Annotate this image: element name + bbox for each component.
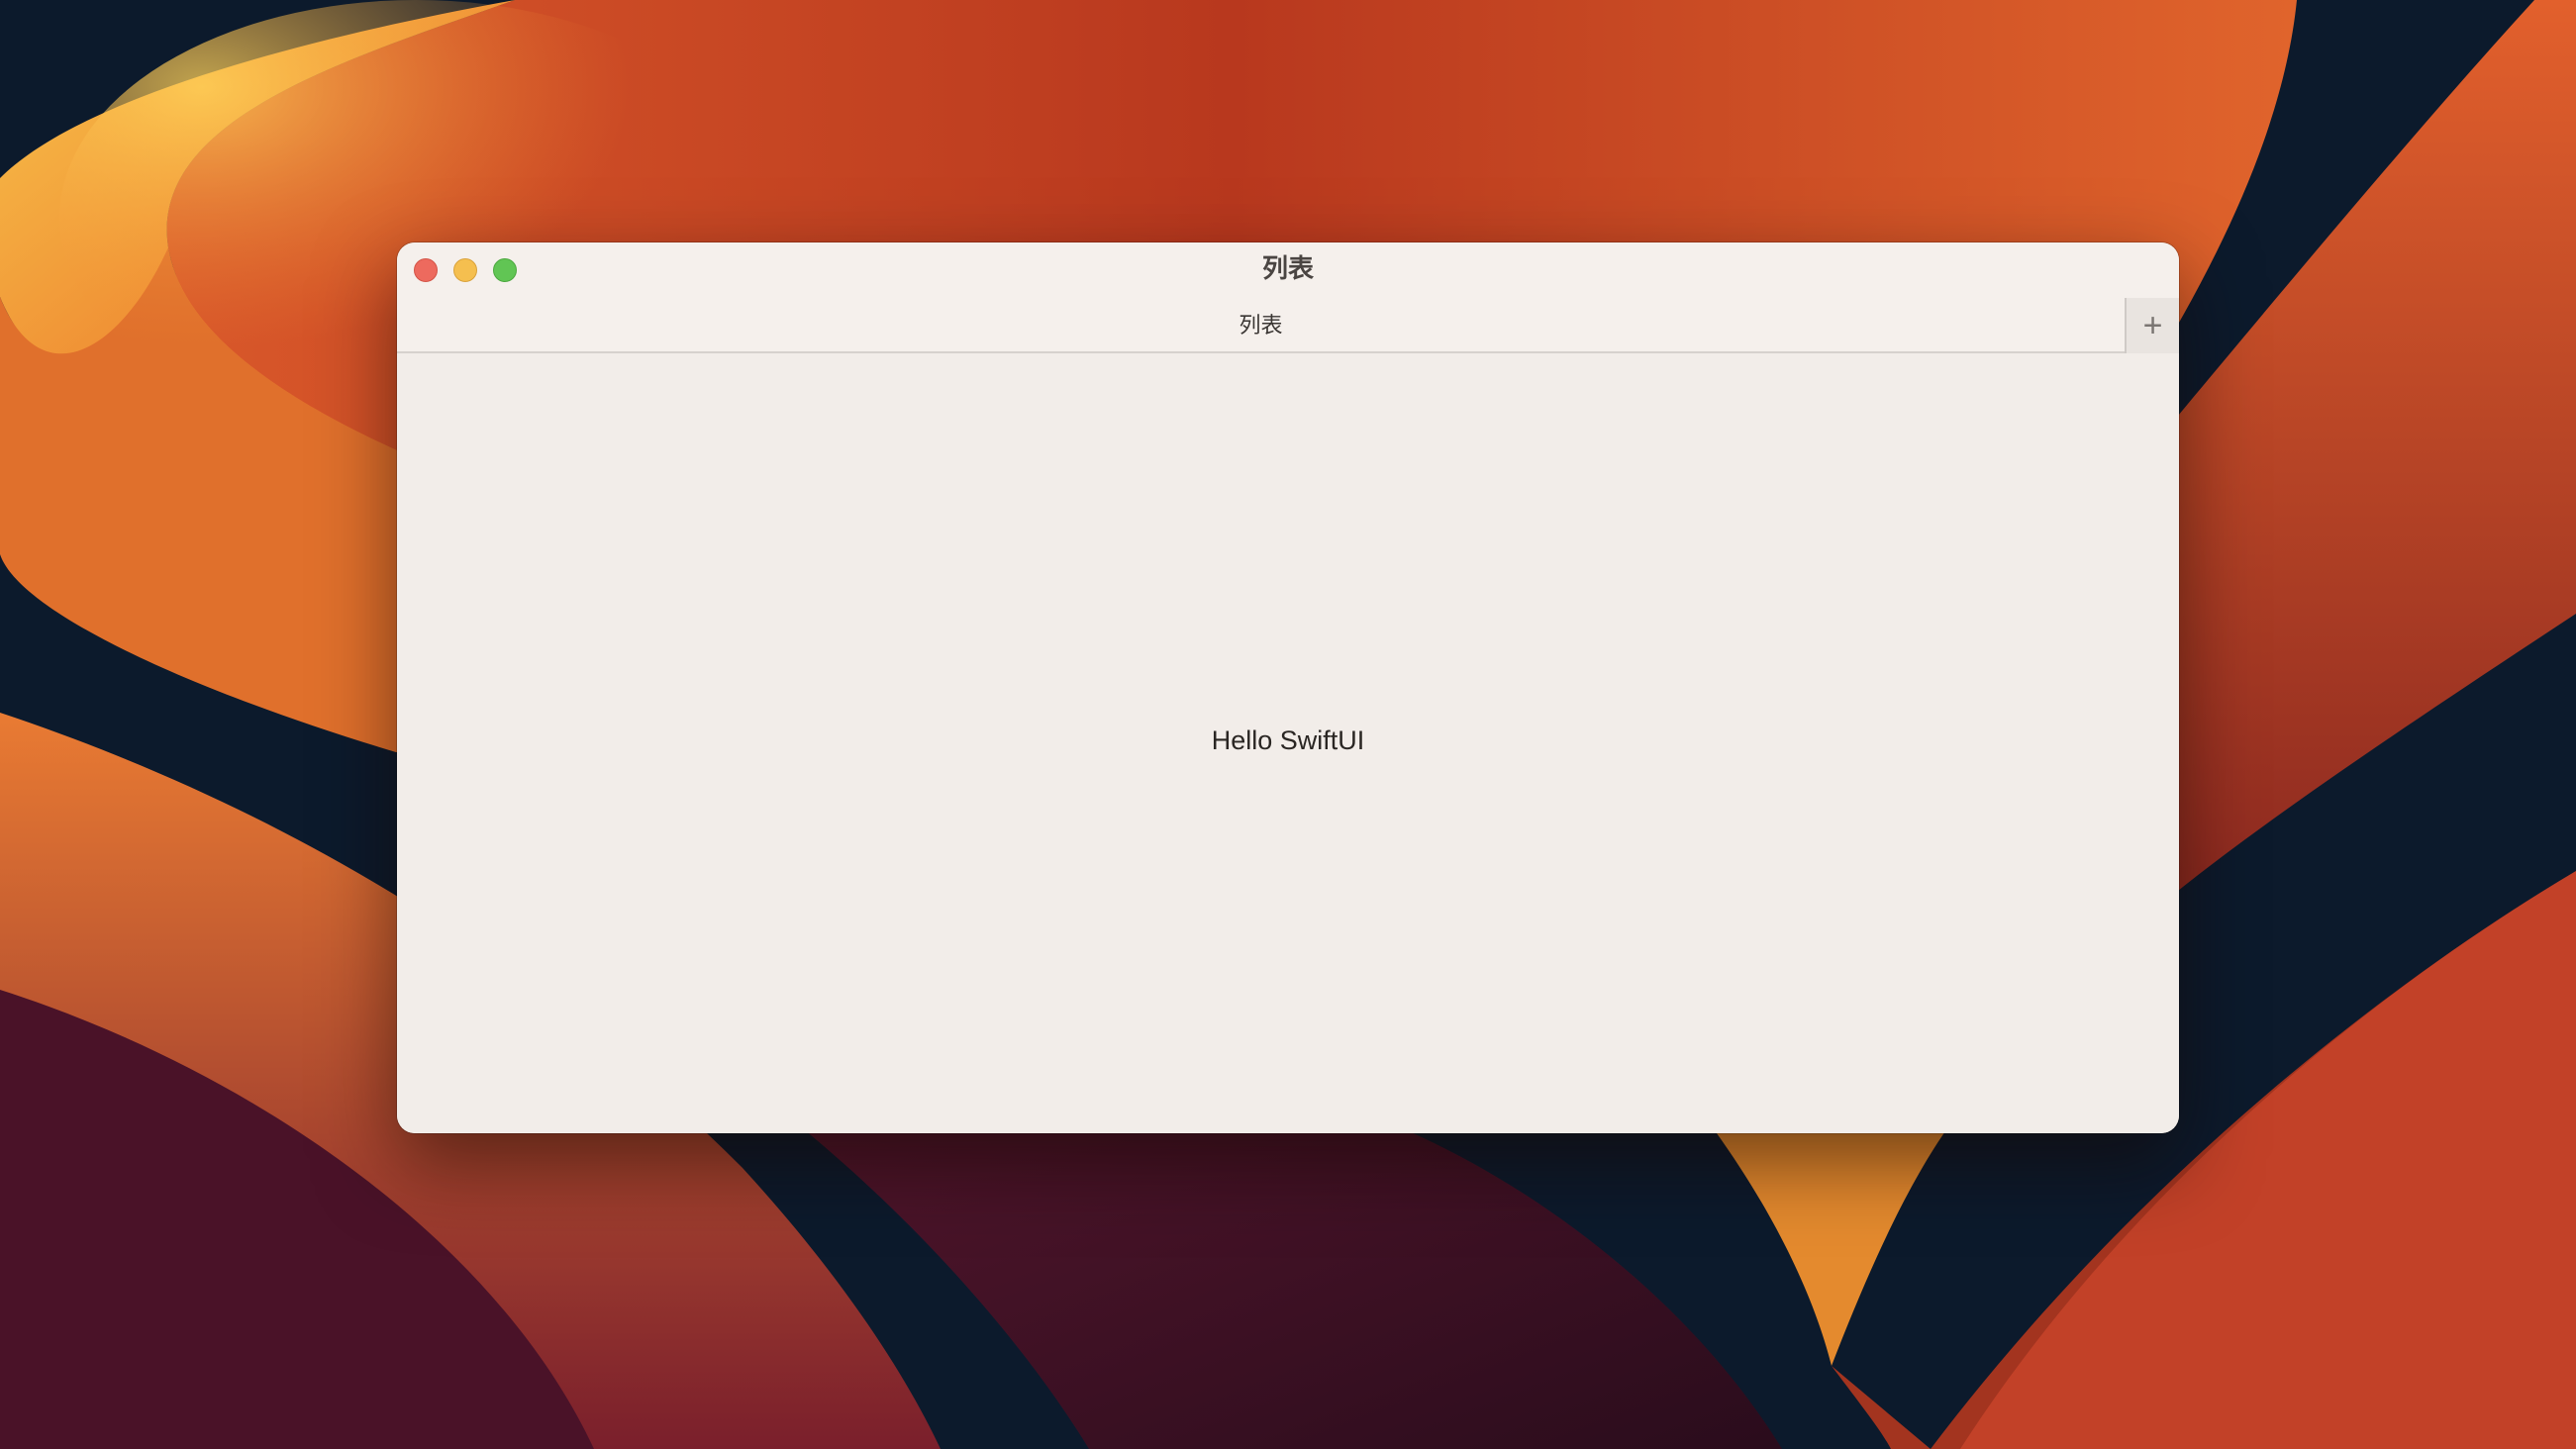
title-bar[interactable]: 列表 列表 + — [397, 242, 2179, 353]
window-title: 列表 — [1261, 253, 1314, 283]
hello-text: Hello SwiftUI — [1211, 725, 1365, 755]
tab-title[interactable]: 列表 — [397, 312, 2125, 339]
window-content: Hello SwiftUI — [397, 353, 2179, 1133]
app-window: 列表 列表 + Hello SwiftUI — [397, 242, 2179, 1133]
plus-icon: + — [2142, 307, 2163, 344]
add-tab-button[interactable]: + — [2125, 298, 2179, 353]
